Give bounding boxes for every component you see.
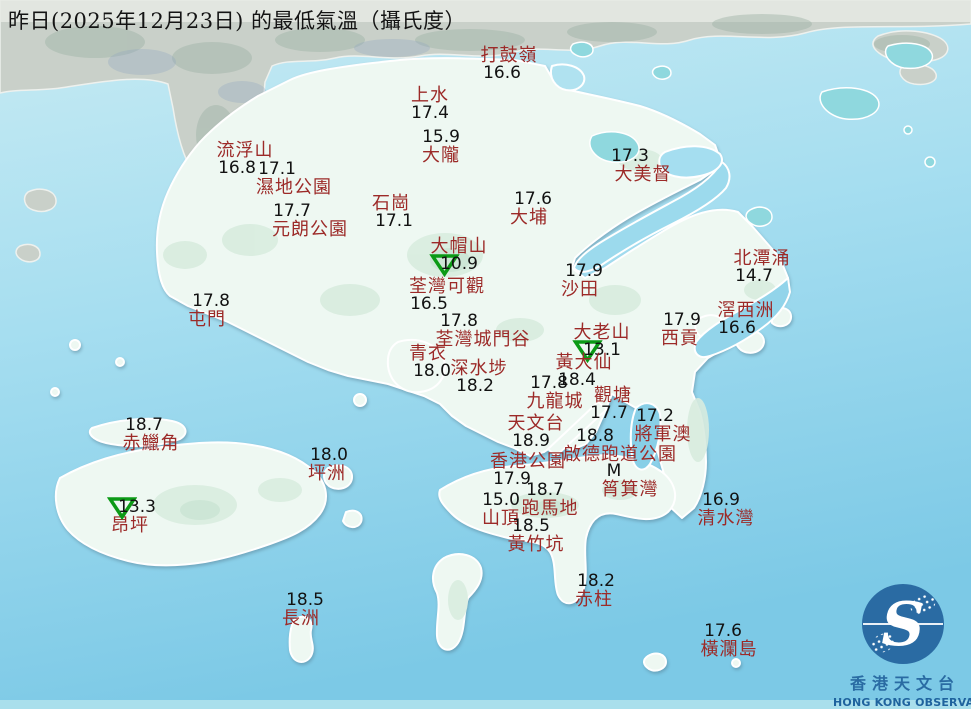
weather-station: 17.6 橫瀾島 <box>700 621 758 660</box>
hko-logo-emblem: S <box>862 584 944 664</box>
station-temp: 17.7 <box>273 201 311 221</box>
station-name: 黃竹坑 <box>507 534 565 555</box>
weather-station: 石崗 17.1 <box>369 194 413 230</box>
station-temp: 17.6 <box>704 621 742 641</box>
weather-station: 北潭涌 14.7 <box>734 249 791 285</box>
weather-station: 17.9 沙田 <box>557 261 603 300</box>
weather-station: M 筲箕灣 <box>601 461 659 500</box>
weather-station: 滘西洲 16.6 <box>718 301 775 337</box>
weather-station: 15.9 大隴 <box>422 127 460 166</box>
weather-station: 17.1 濕地公園 <box>256 159 332 198</box>
station-temp: 17.7 <box>590 403 628 423</box>
station-temp: 10.9 <box>429 254 478 277</box>
station-temp: 17.8 <box>530 373 568 393</box>
station-name: 大美督 <box>614 164 672 185</box>
station-temp: 18.7 <box>526 480 564 500</box>
station-name: 大隴 <box>422 145 460 166</box>
station-temp: 17.6 <box>514 189 552 209</box>
station-name: 筲箕灣 <box>601 479 659 500</box>
station-temp: 18.5 <box>286 590 324 610</box>
station-name: 九龍城 <box>526 391 584 412</box>
green-triangle-marker-icon <box>107 497 138 520</box>
map-title: 昨日(2025年12月23日) 的最低氣溫（攝氏度） <box>8 9 466 33</box>
weather-station: 青衣 18.0 <box>405 344 451 380</box>
station-temp: 17.2 <box>636 406 674 426</box>
station-name: 西貢 <box>660 328 699 349</box>
hko-logo-chinese: 香港天文台 <box>849 674 960 693</box>
station-name: 清水灣 <box>697 508 755 529</box>
station-temp: 17.8 <box>192 291 230 311</box>
station-name: 元朗公園 <box>272 219 348 240</box>
station-layer: 打鼓嶺 16.6 上水 17.4 15.9 大隴 流浮山 16.8 17.1 濕地公園 17.3 大美… <box>0 0 971 700</box>
station-temp: 17.3 <box>611 146 649 166</box>
station-temp: 18.5 <box>512 516 550 536</box>
weather-station: 18.5 黃竹坑 <box>507 516 565 555</box>
station-temp: 18.9 <box>512 431 550 451</box>
station-temp: 18.0 <box>310 445 348 465</box>
station-temp: 16.6 <box>718 318 756 338</box>
weather-station: 18.8 啟德跑道公園 <box>563 426 677 465</box>
station-temp: 15.9 <box>422 127 460 147</box>
station-temp: 16.8 <box>218 158 256 178</box>
green-triangle-marker-icon <box>429 254 460 277</box>
weather-station: 18.7 赤鱲角 <box>122 415 180 454</box>
station-temp: 14.7 <box>735 266 773 286</box>
station-temp: 17.4 <box>411 103 449 123</box>
station-name: 赤鱲角 <box>122 433 180 454</box>
hko-logo-english: HONG KONG OBSERVATORY <box>833 696 971 709</box>
station-temp: M <box>606 461 622 481</box>
station-temp: 17.9 <box>663 310 701 330</box>
weather-station: 18.2 赤柱 <box>573 571 615 610</box>
station-temp: 15.0 <box>482 490 520 510</box>
weather-station: 18.7 跑馬地 <box>522 480 579 519</box>
hko-logo: S 香港天文台 HONG KONG OBSERVATORY <box>833 583 971 709</box>
weather-station: 17.7 元朗公園 <box>272 201 348 240</box>
weather-station: 天文台 18.9 <box>508 414 565 450</box>
station-temp: 18.7 <box>125 415 163 435</box>
station-name: 橫瀾島 <box>700 639 758 660</box>
svg-text:S: S <box>881 590 924 660</box>
weather-station: 打鼓嶺 16.6 <box>481 46 538 82</box>
weather-station: 深水埗 18.2 <box>451 359 508 395</box>
station-name: 坪洲 <box>307 463 346 484</box>
station-name: 赤柱 <box>574 589 613 610</box>
hong-kong-temperature-map: 昨日(2025年12月23日) 的最低氣溫（攝氏度） 打鼓嶺 16.6 上水 17.4… <box>0 0 971 709</box>
weather-station: 17.9 西貢 <box>659 310 701 349</box>
weather-station: 17.3 大美督 <box>611 148 672 185</box>
station-temp: 13.3 <box>107 497 156 520</box>
weather-station: 觀塘 17.7 <box>590 386 632 422</box>
station-temp: 18.0 <box>413 361 451 381</box>
station-temp: 18.2 <box>456 376 494 396</box>
weather-station: 荃灣可觀 16.5 <box>409 277 485 313</box>
station-temp: 16.6 <box>483 63 521 83</box>
weather-station: 17.8 九龍城 <box>526 373 584 412</box>
station-temp: 18.8 <box>576 426 614 446</box>
station-temp: 17.1 <box>258 159 296 179</box>
station-name: 屯門 <box>187 309 226 330</box>
station-name: 沙田 <box>560 279 599 300</box>
station-temp: 17.9 <box>565 261 603 281</box>
weather-station: 18.5 長洲 <box>278 590 324 629</box>
weather-station: 18.0 坪洲 <box>306 445 348 484</box>
station-name: 長洲 <box>281 608 320 629</box>
station-temp: 17.8 <box>440 311 478 331</box>
station-temp: 16.9 <box>702 490 740 510</box>
weather-station: 17.6 大埔 <box>506 189 552 228</box>
station-temp: 18.2 <box>577 571 615 591</box>
weather-station: 上水 17.4 <box>411 86 449 122</box>
station-temp: 17.1 <box>375 211 413 231</box>
weather-station: 17.8 屯門 <box>184 291 230 330</box>
station-name: 濕地公園 <box>256 177 332 198</box>
weather-station: 16.9 清水灣 <box>697 490 755 529</box>
station-name: 大埔 <box>509 207 548 228</box>
weather-station: 13.3 昂坪 <box>104 497 156 535</box>
weather-station: 大帽山 10.9 <box>429 237 488 277</box>
